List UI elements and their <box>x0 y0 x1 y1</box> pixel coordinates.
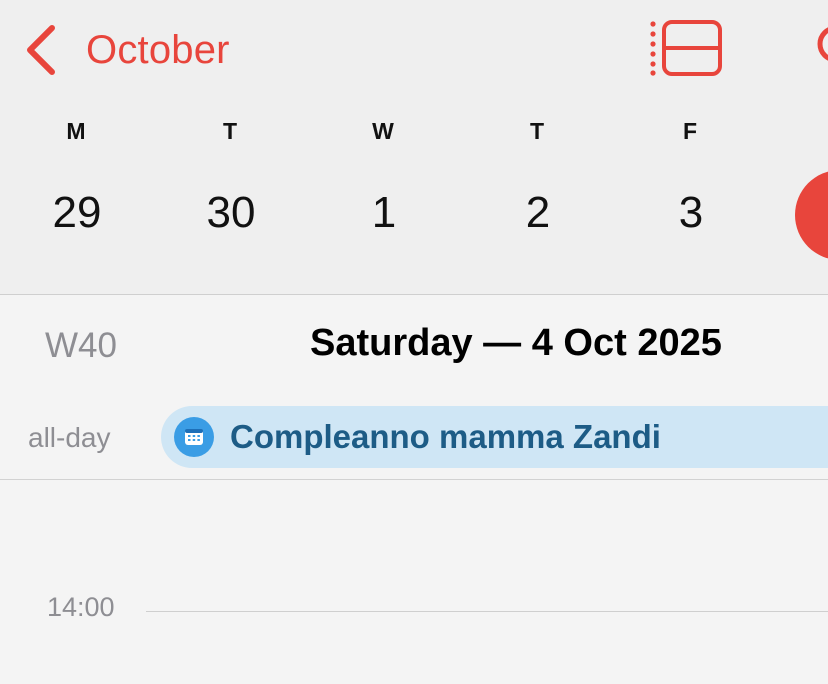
weekday-label: W <box>372 118 394 144</box>
weekday-label: T <box>529 118 545 144</box>
search-icon <box>817 27 828 61</box>
weekday-label: T <box>222 118 238 144</box>
day-title: Saturday — 4 Oct 2025 <box>310 322 722 364</box>
divider <box>0 479 828 480</box>
day-cell[interactable]: 3 <box>646 188 736 238</box>
back-to-month-button[interactable]: October <box>20 20 230 80</box>
allday-label: all-day <box>28 422 111 453</box>
list-view-icon <box>650 20 722 76</box>
day-cell[interactable]: 29 <box>32 188 122 238</box>
calendar-header: October M T W T F 29 30 1 2 3 <box>0 0 828 295</box>
event-title: Compleanno mamma Zandi <box>230 418 661 455</box>
back-label: October <box>86 27 230 72</box>
hour-line <box>146 611 828 612</box>
day-cell[interactable]: 1 <box>339 188 429 238</box>
chevron-left-icon <box>27 25 55 75</box>
allday-event[interactable]: Compleanno mamma Zandi <box>161 406 828 468</box>
calendar-icon <box>174 417 214 457</box>
selected-day-circle[interactable] <box>795 170 828 260</box>
day-cell[interactable]: 30 <box>186 188 276 238</box>
search-button[interactable] <box>814 22 828 72</box>
time-label: 14:00 <box>47 592 115 622</box>
list-view-button[interactable] <box>648 18 724 78</box>
weekday-label: F <box>682 118 698 144</box>
week-number: W40 <box>45 326 117 365</box>
calendar-screen: October M T W T F 29 30 1 2 3 W40 Saturd… <box>0 0 828 684</box>
weekday-label: M <box>66 118 86 144</box>
day-cell[interactable]: 2 <box>493 188 583 238</box>
